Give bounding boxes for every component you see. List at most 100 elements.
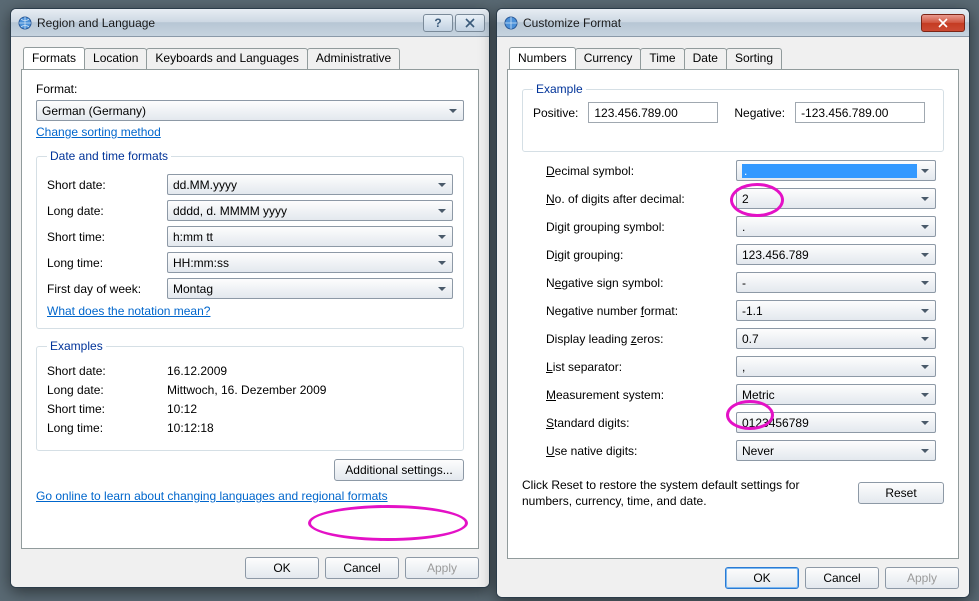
negative-textbox: -123.456.789.00 (795, 102, 925, 123)
titlebar[interactable]: Customize Format (497, 9, 969, 37)
first-day-dropdown[interactable]: Montag (167, 278, 453, 299)
chevron-down-icon (434, 201, 450, 220)
tab-sorting[interactable]: Sorting (726, 48, 782, 70)
reset-button[interactable]: Reset (858, 482, 944, 504)
long-time-dropdown[interactable]: HH:mm:ss (167, 252, 453, 273)
measure-dropdown[interactable]: Metric (736, 384, 936, 405)
digits-after-label: No. of digits after decimal: (546, 192, 736, 206)
chevron-down-icon (917, 413, 933, 432)
long-date-label: Long date: (47, 204, 167, 218)
first-day-label: First day of week: (47, 282, 167, 296)
tab-location[interactable]: Location (84, 48, 147, 70)
chevron-down-icon (917, 161, 933, 180)
window-title: Customize Format (523, 16, 919, 30)
ex-short-time-value: 10:12 (167, 402, 453, 416)
titlebar[interactable]: Region and Language ? (11, 9, 489, 37)
chevron-down-icon (434, 175, 450, 194)
neg-symbol-dropdown[interactable]: - (736, 272, 936, 293)
additional-settings-button[interactable]: Additional settings... (334, 459, 464, 481)
native-digits-dropdown[interactable]: Never (736, 440, 936, 461)
cancel-button[interactable]: Cancel (805, 567, 879, 589)
std-digits-dropdown[interactable]: 0123456789 (736, 412, 936, 433)
negative-label: Negative: (734, 106, 785, 120)
neg-format-dropdown[interactable]: -1.1 (736, 300, 936, 321)
list-sep-label: List separator: (546, 360, 736, 374)
ex-long-time-label: Long time: (47, 421, 167, 435)
change-sorting-link[interactable]: Change sorting method (36, 125, 161, 139)
group-symbol-label: Digit grouping symbol: (546, 220, 736, 234)
help-button[interactable]: ? (423, 14, 453, 32)
ex-long-date-value: Mittwoch, 16. Dezember 2009 (167, 383, 453, 397)
tab-panel-numbers: Example Positive: 123.456.789.00 Negativ… (507, 69, 959, 559)
apply-button[interactable]: Apply (885, 567, 959, 589)
region-language-window: Region and Language ? Formats Location K… (10, 8, 490, 588)
digits-after-dropdown[interactable]: 2 (736, 188, 936, 209)
reset-text: Click Reset to restore the system defaul… (522, 477, 848, 509)
example-group: Example Positive: 123.456.789.00 Negativ… (522, 82, 944, 152)
chevron-down-icon (917, 441, 933, 460)
chevron-down-icon (917, 189, 933, 208)
tab-panel-formats: Format: German (Germany) Change sorting … (21, 69, 479, 549)
tab-strip: Numbers Currency Time Date Sorting (507, 47, 959, 69)
leading-zero-dropdown[interactable]: 0.7 (736, 328, 936, 349)
date-time-formats-group: Date and time formats Short date: dd.MM.… (36, 149, 464, 329)
globe-icon (503, 15, 519, 31)
customize-format-window: Customize Format Numbers Currency Time D… (496, 8, 970, 598)
tab-date[interactable]: Date (684, 48, 727, 70)
close-button[interactable] (455, 14, 485, 32)
chevron-down-icon (917, 329, 933, 348)
ok-button[interactable]: OK (245, 557, 319, 579)
grouping-label: Digit grouping: (546, 248, 736, 262)
tab-numbers[interactable]: Numbers (509, 47, 576, 69)
close-button[interactable] (921, 14, 965, 32)
chevron-down-icon (917, 245, 933, 264)
window-title: Region and Language (37, 16, 421, 30)
tab-formats[interactable]: Formats (23, 47, 85, 69)
std-digits-label: Standard digits: (546, 416, 736, 430)
go-online-link[interactable]: Go online to learn about changing langua… (36, 489, 388, 503)
short-date-label: Short date: (47, 178, 167, 192)
neg-format-label: Negative number format: (546, 304, 736, 318)
ex-long-date-label: Long date: (47, 383, 167, 397)
tab-time[interactable]: Time (640, 48, 684, 70)
list-sep-dropdown[interactable]: , (736, 356, 936, 377)
tab-keyboards[interactable]: Keyboards and Languages (146, 48, 307, 70)
tab-administrative[interactable]: Administrative (307, 48, 400, 70)
native-digits-label: Use native digits: (546, 444, 736, 458)
chevron-down-icon (445, 101, 461, 120)
measure-label: Measurement system: (546, 388, 736, 402)
tab-currency[interactable]: Currency (575, 48, 642, 70)
tab-strip: Formats Location Keyboards and Languages… (21, 47, 479, 69)
decimal-symbol-label: Decimal symbol: (546, 164, 736, 178)
ex-short-time-label: Short time: (47, 402, 167, 416)
notation-link[interactable]: What does the notation mean? (47, 304, 210, 318)
highlight-additional-settings (308, 505, 468, 541)
chevron-down-icon (917, 301, 933, 320)
chevron-down-icon (917, 385, 933, 404)
decimal-symbol-dropdown[interactable]: . (736, 160, 936, 181)
group-symbol-dropdown[interactable]: . (736, 216, 936, 237)
ex-short-date-value: 16.12.2009 (167, 364, 453, 378)
short-date-dropdown[interactable]: dd.MM.yyyy (167, 174, 453, 195)
short-time-dropdown[interactable]: h:mm tt (167, 226, 453, 247)
example-legend: Example (533, 82, 586, 96)
grouping-dropdown[interactable]: 123.456.789 (736, 244, 936, 265)
apply-button[interactable]: Apply (405, 557, 479, 579)
positive-textbox: 123.456.789.00 (588, 102, 718, 123)
ok-button[interactable]: OK (725, 567, 799, 589)
chevron-down-icon (917, 273, 933, 292)
chevron-down-icon (434, 253, 450, 272)
leading-zero-label: Display leading zeros: (546, 332, 736, 346)
examples-legend: Examples (47, 339, 106, 353)
chevron-down-icon (434, 279, 450, 298)
format-dropdown[interactable]: German (Germany) (36, 100, 464, 121)
date-time-formats-legend: Date and time formats (47, 149, 171, 163)
long-date-dropdown[interactable]: dddd, d. MMMM yyyy (167, 200, 453, 221)
positive-label: Positive: (533, 106, 578, 120)
ex-long-time-value: 10:12:18 (167, 421, 453, 435)
neg-symbol-label: Negative sign symbol: (546, 276, 736, 290)
chevron-down-icon (917, 217, 933, 236)
cancel-button[interactable]: Cancel (325, 557, 399, 579)
format-value: German (Germany) (42, 104, 445, 118)
chevron-down-icon (917, 357, 933, 376)
